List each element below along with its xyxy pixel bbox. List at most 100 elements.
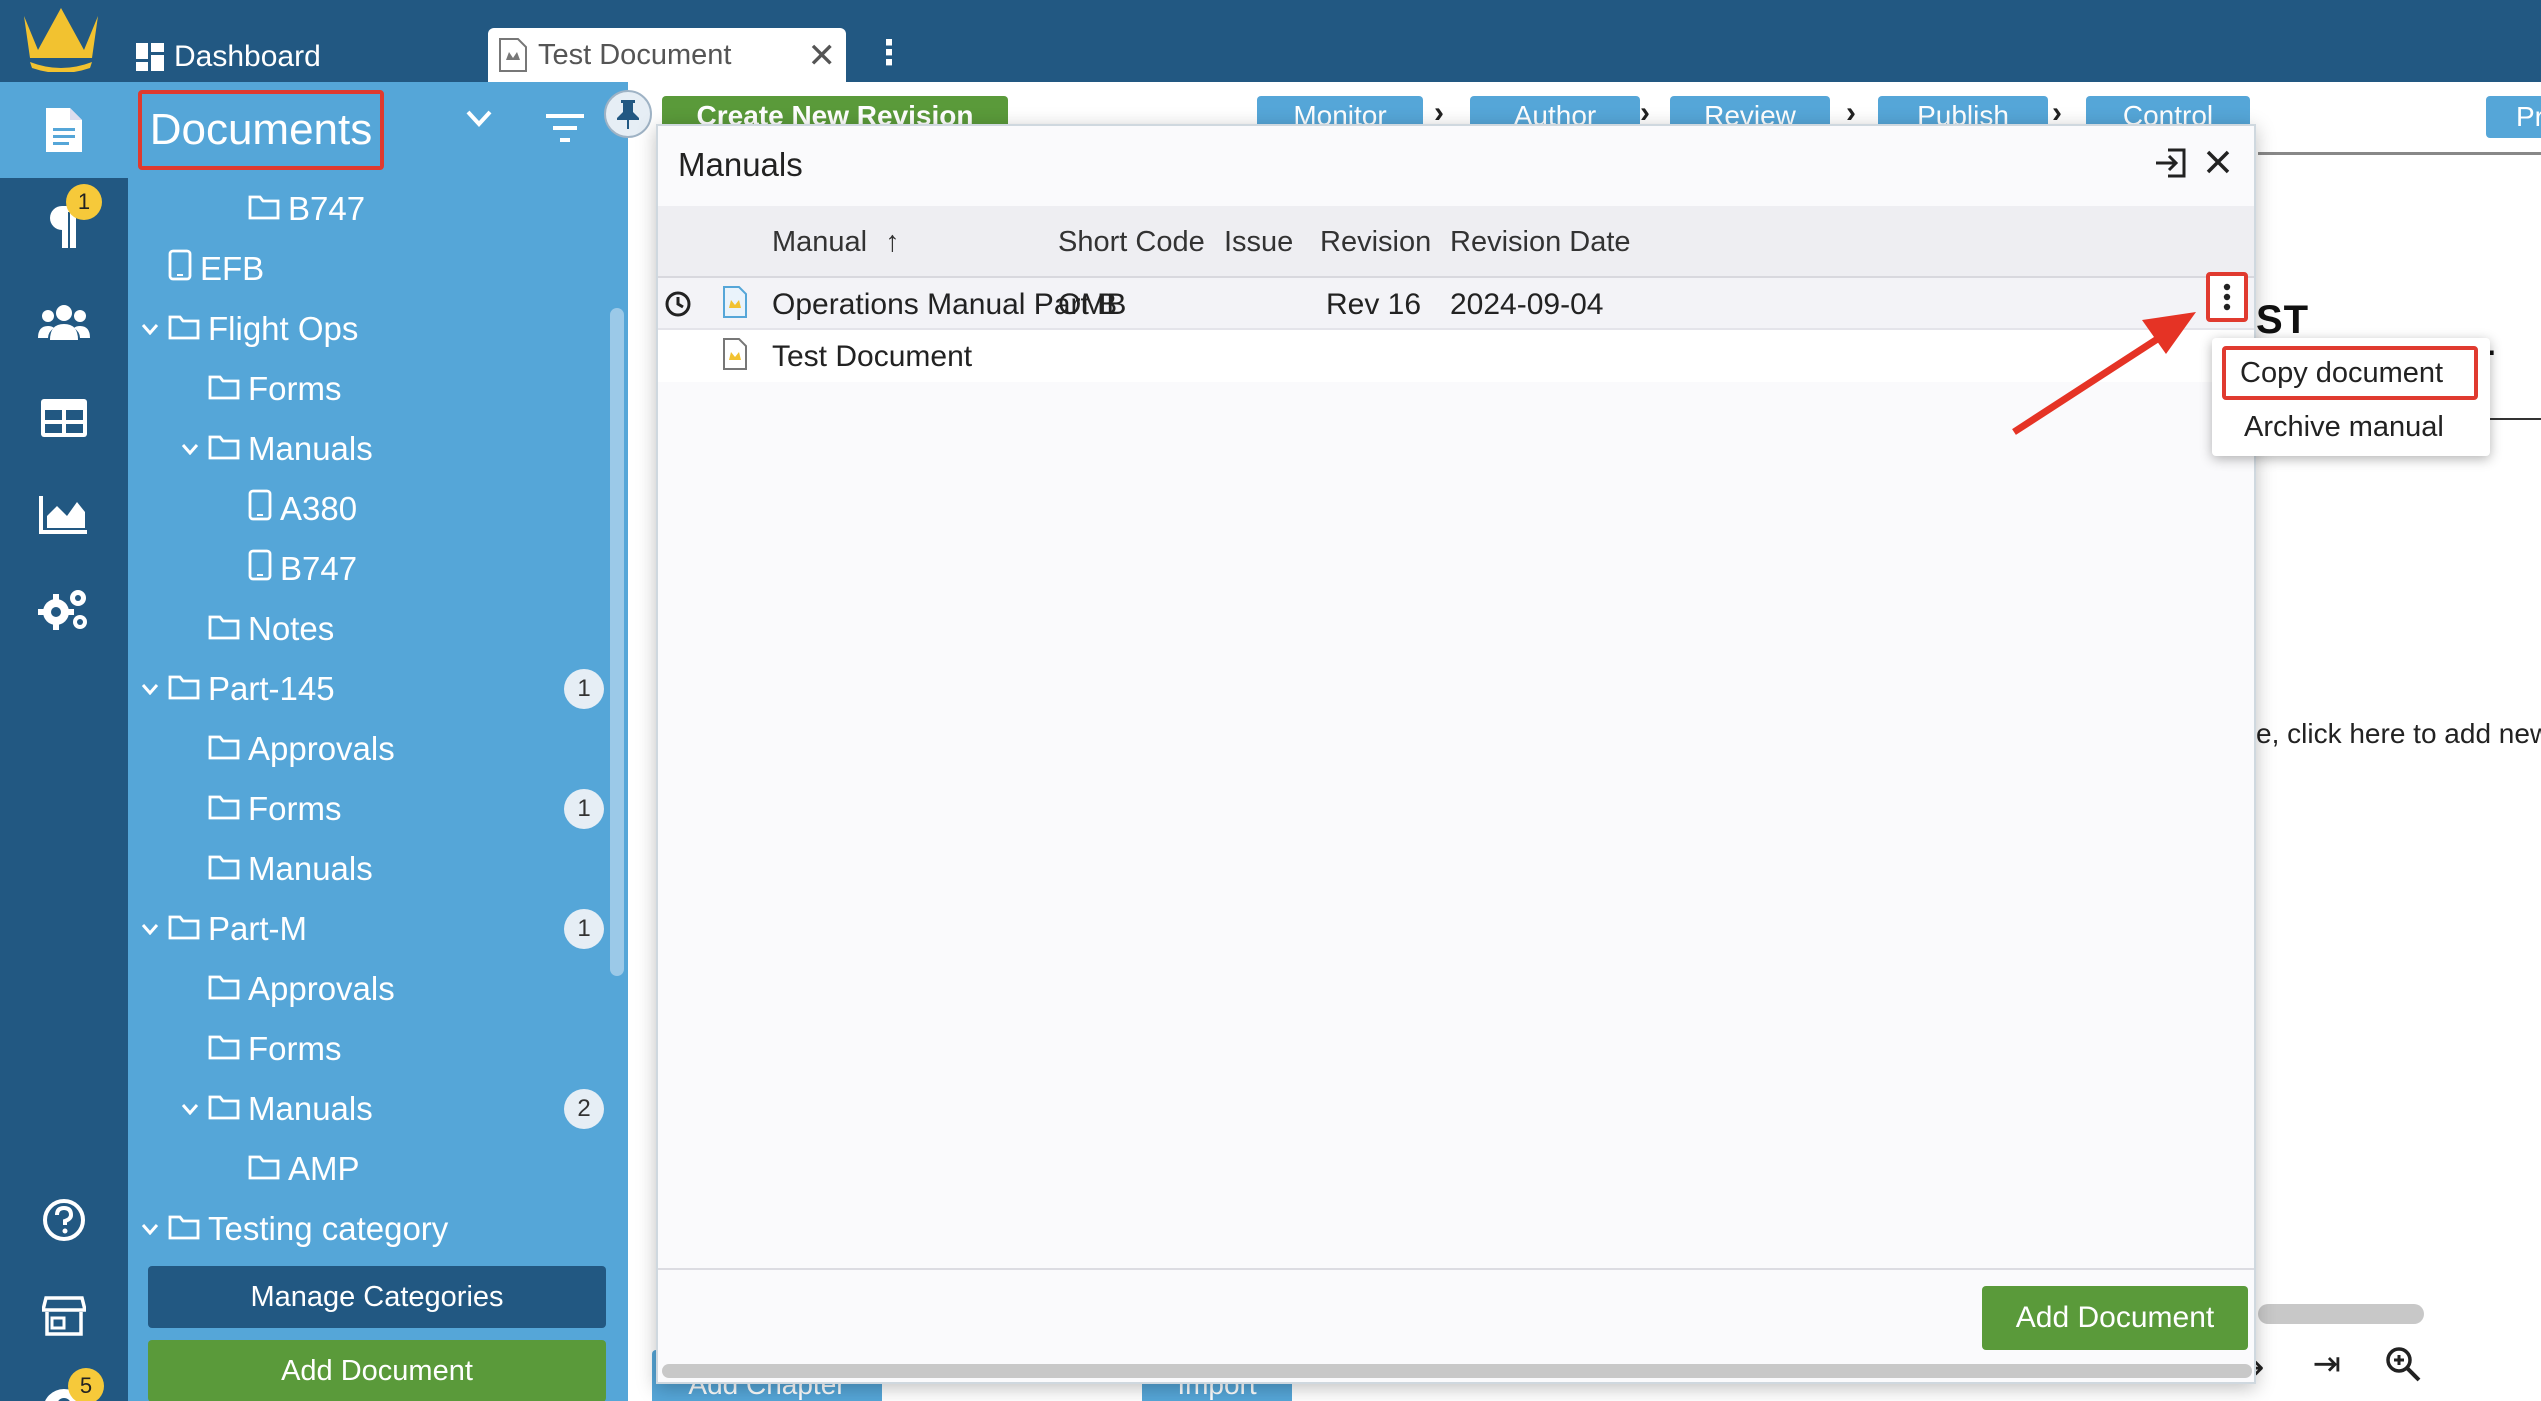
rail-paragraph[interactable]: 1 [0, 178, 128, 274]
step-control[interactable]: Control [2086, 96, 2250, 126]
dashboard-icon [136, 43, 164, 71]
column-revision-date[interactable]: Revision Date [1450, 226, 1631, 259]
table-row[interactable]: Test Document [658, 330, 2254, 382]
tree-node[interactable]: AMP [220, 1144, 360, 1194]
column-short-code[interactable]: Short Code [1058, 226, 1205, 259]
expand-caret-icon[interactable] [140, 923, 160, 935]
top-bar: Dashboard Test Document ✕ ⋮ [0, 0, 2541, 82]
short-code: OMB [1058, 288, 1127, 321]
gears-icon [38, 590, 87, 630]
manual-name[interactable]: Test Document [772, 340, 972, 374]
rail-documents[interactable] [0, 82, 128, 178]
folder-icon [208, 1030, 240, 1068]
tree-node[interactable]: A380 [220, 484, 357, 534]
add-document-button[interactable]: Add Document [1982, 1286, 2248, 1350]
preview-button[interactable]: Pr [2486, 96, 2541, 138]
rail-user[interactable]: 5 [0, 1362, 128, 1401]
tree-node[interactable]: Part-145 [140, 664, 335, 714]
add-content-hint[interactable]: e, click here to add new [2256, 718, 2541, 750]
tablet-icon [248, 489, 272, 529]
chart-icon [39, 496, 87, 534]
folder-icon [248, 190, 280, 228]
crown-logo-icon[interactable] [20, 4, 102, 72]
expand-caret-icon[interactable] [180, 1103, 200, 1115]
revision: Rev 16 [1326, 288, 1422, 321]
tree-node[interactable]: Flight Ops [140, 304, 358, 354]
folder-icon [168, 670, 200, 708]
step-publish[interactable]: Publish [1878, 96, 2048, 126]
tree-node[interactable]: Approvals [180, 964, 395, 1014]
rail-tables[interactable] [0, 370, 128, 466]
column-manual[interactable]: Manual ↑ [772, 226, 900, 259]
filter-icon[interactable] [546, 114, 584, 142]
create-new-revision-button[interactable]: Create New Revision [662, 96, 1008, 126]
copy-document-menu-item[interactable]: Copy document [2222, 346, 2478, 400]
tab-dashboard[interactable]: Dashboard [136, 36, 321, 78]
tree-node[interactable]: B747 [220, 544, 357, 594]
tree-scrollbar[interactable] [610, 308, 624, 976]
tree-node[interactable]: Part-M [140, 904, 307, 954]
tree-node-label: B747 [288, 190, 366, 227]
tree-node-label: Manuals [248, 850, 373, 887]
dialog-footer-divider [658, 1268, 2254, 1270]
close-tab-icon[interactable]: ✕ [808, 36, 837, 76]
zoom-in-icon[interactable] [2385, 1346, 2421, 1382]
rail-help[interactable] [0, 1172, 128, 1268]
tree-node[interactable]: Testing category [140, 1204, 448, 1254]
tree-node[interactable]: Manuals [180, 1084, 373, 1134]
tree-node[interactable]: EFB [140, 244, 264, 294]
tree-node-label: Approvals [248, 730, 395, 767]
tree-node[interactable]: Manuals [180, 844, 373, 894]
open-in-panel-icon[interactable] [2154, 148, 2186, 178]
users-icon [38, 305, 90, 340]
expand-caret-icon[interactable] [140, 683, 160, 695]
tree-node-label: AMP [288, 1150, 360, 1187]
tree-node-label: Testing category [208, 1210, 449, 1247]
add-document-sidebar-button[interactable]: Add Document [148, 1340, 606, 1401]
skip-to-end-icon[interactable]: ⇥ [2313, 1344, 2342, 1384]
expand-caret-icon[interactable] [180, 443, 200, 455]
tree-node[interactable]: Forms [180, 1024, 342, 1074]
tree-node[interactable]: Forms [180, 784, 342, 834]
help-icon [43, 1199, 85, 1241]
tree-node[interactable]: Forms [180, 364, 342, 414]
row-actions-button[interactable] [2206, 272, 2248, 322]
document-horizontal-scrollbar[interactable] [2258, 1304, 2424, 1324]
expand-caret-icon[interactable] [140, 1223, 160, 1235]
step-monitor[interactable]: Monitor [1257, 96, 1423, 126]
expand-caret-icon[interactable] [140, 323, 160, 335]
tree-node-label: Forms [248, 1030, 342, 1067]
dialog-horizontal-scrollbar[interactable] [662, 1364, 2252, 1378]
pin-panel-button[interactable] [604, 90, 652, 138]
manage-categories-button[interactable]: Manage Categories [148, 1266, 606, 1328]
tree-node-label: B747 [280, 550, 358, 587]
tree-node[interactable]: Manuals [180, 424, 373, 474]
folder-icon [208, 370, 240, 408]
tab-more-icon[interactable]: ⋮ [872, 36, 906, 70]
tablet-icon [248, 549, 272, 589]
tree-node-count-badge: 1 [564, 669, 604, 709]
archive-manual-menu-item[interactable]: Archive manual [2244, 404, 2444, 450]
table-icon [41, 399, 87, 437]
sort-ascending-icon[interactable]: ↑ [885, 226, 900, 258]
tab-test-document[interactable]: Test Document ✕ [488, 28, 846, 82]
column-revision[interactable]: Revision [1320, 226, 1431, 259]
rail-analytics[interactable] [0, 466, 128, 562]
tree-node[interactable]: B747 [220, 184, 365, 234]
rail-settings[interactable] [0, 562, 128, 658]
chevron-down-icon[interactable] [466, 110, 492, 128]
step-author[interactable]: Author [1470, 96, 1640, 126]
rail-users[interactable] [0, 274, 128, 370]
rail-store[interactable] [0, 1268, 128, 1364]
table-row[interactable]: Operations Manual Part B OMB Rev 16 2024… [658, 278, 2254, 330]
column-issue[interactable]: Issue [1224, 226, 1293, 259]
tree-node[interactable]: Notes [180, 604, 334, 654]
icon-rail: 1 5 [0, 82, 128, 1401]
close-icon[interactable] [2204, 148, 2232, 176]
folder-icon [168, 910, 200, 948]
folder-icon [168, 1210, 200, 1248]
folder-icon [208, 850, 240, 888]
documents-header[interactable]: Documents [138, 90, 384, 170]
tree-node[interactable]: Approvals [180, 724, 395, 774]
step-review[interactable]: Review [1670, 96, 1830, 126]
